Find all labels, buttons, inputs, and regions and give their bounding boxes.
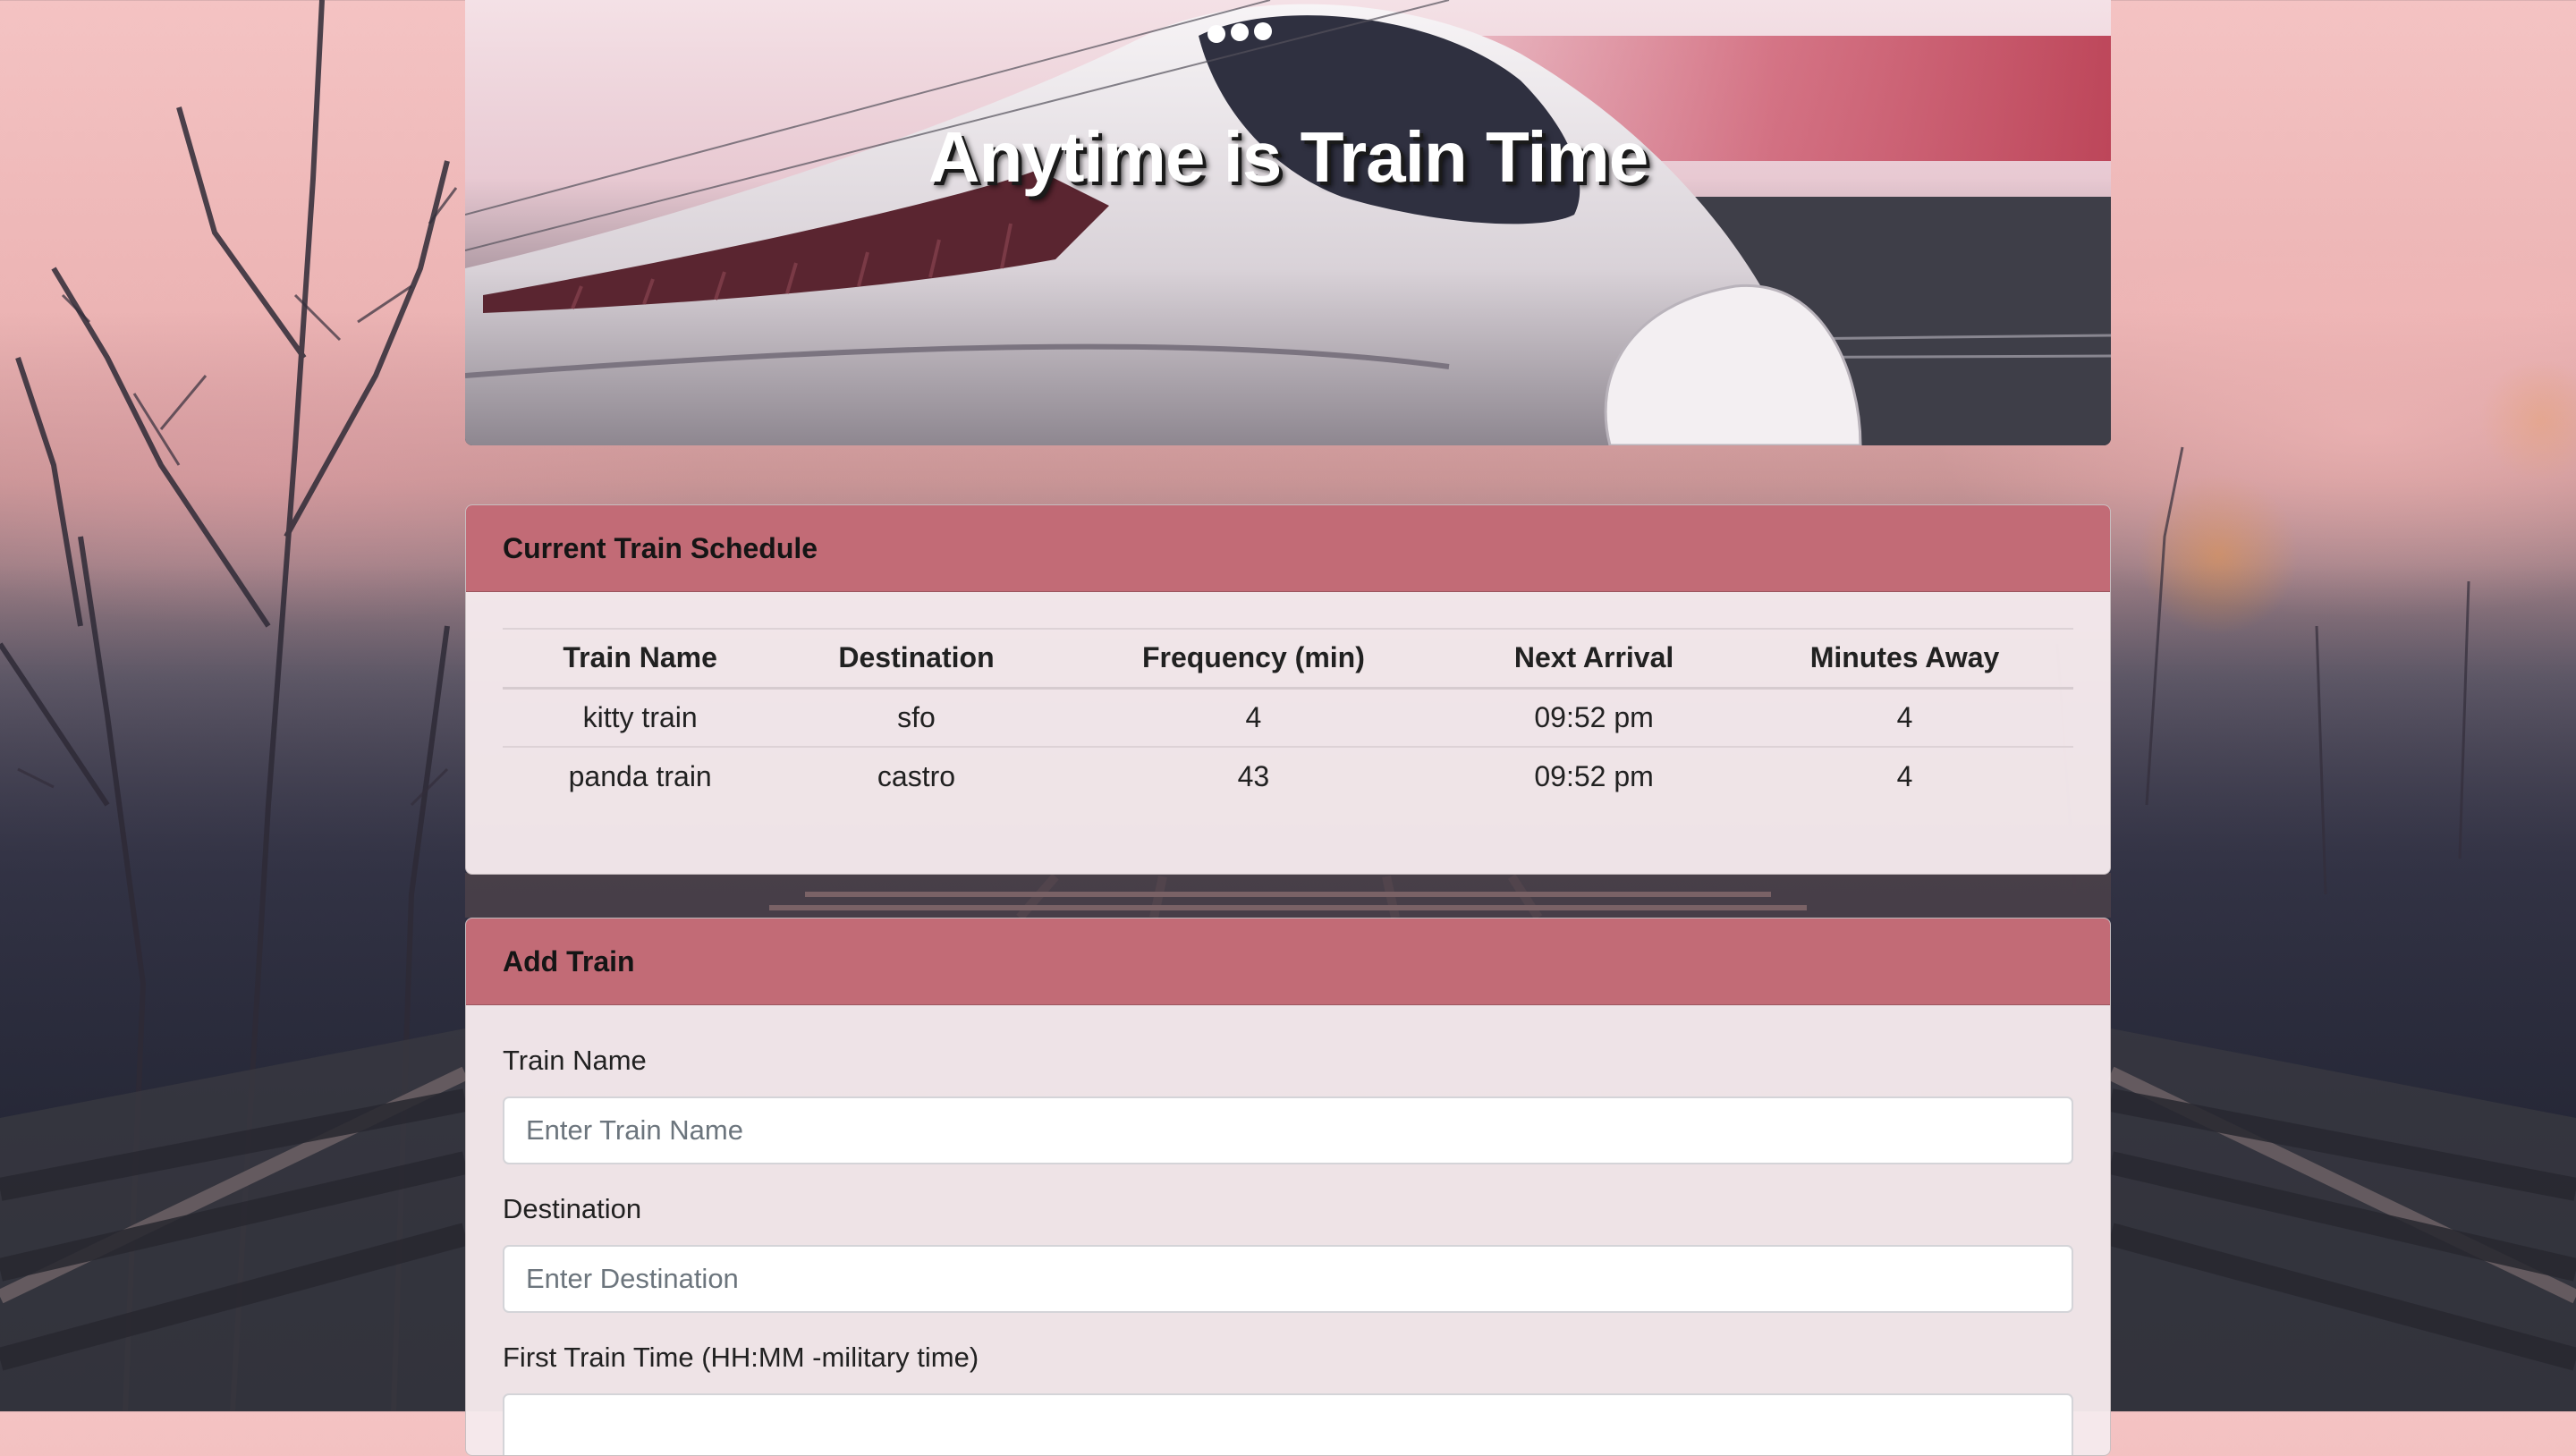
cell-destination: sfo bbox=[897, 700, 936, 733]
cell-frequency: 43 bbox=[1237, 760, 1270, 792]
form-group-first-train-time: First Train Time (HH:MM -military time) bbox=[503, 1342, 2073, 1455]
header-jumbotron: Anytime is Train Time bbox=[465, 0, 2111, 445]
destination-label: Destination bbox=[503, 1193, 642, 1224]
cell-next-arrival: 09:52 pm bbox=[1534, 700, 1654, 733]
page-title: Anytime is Train Time bbox=[928, 117, 1648, 197]
table-row: kitty train sfo 4 09:52 pm 4 bbox=[503, 688, 2073, 747]
cell-minutes-away: 4 bbox=[1896, 760, 1913, 792]
table-row: panda train castro 43 09:52 pm 4 bbox=[503, 747, 2073, 806]
train-name-label: Train Name bbox=[503, 1045, 647, 1076]
cell-train-name: panda train bbox=[568, 760, 712, 792]
first-train-time-input[interactable] bbox=[503, 1393, 2073, 1455]
schedule-card: Current Train Schedule Train Name Destin… bbox=[465, 504, 2111, 875]
add-train-form: Train Name Destination First Train Time … bbox=[466, 1005, 2110, 1455]
cell-minutes-away: 4 bbox=[1896, 700, 1913, 733]
cell-train-name: kitty train bbox=[582, 700, 698, 733]
add-train-card: Add Train Train Name Destination First T… bbox=[465, 918, 2111, 1456]
add-train-card-header: Add Train bbox=[466, 918, 2110, 1005]
column-header-train-name: Train Name bbox=[563, 641, 717, 674]
first-train-time-label: First Train Time (HH:MM -military time) bbox=[503, 1342, 979, 1373]
cell-next-arrival: 09:52 pm bbox=[1534, 760, 1654, 792]
cell-destination: castro bbox=[877, 760, 956, 792]
form-group-destination: Destination bbox=[503, 1193, 2073, 1313]
column-header-next-arrival: Next Arrival bbox=[1513, 641, 1674, 674]
destination-input[interactable] bbox=[503, 1245, 2073, 1313]
form-group-train-name: Train Name bbox=[503, 1045, 2073, 1164]
column-header-minutes-away: Minutes Away bbox=[1809, 641, 2000, 674]
column-header-destination: Destination bbox=[838, 641, 995, 674]
schedule-card-header: Current Train Schedule bbox=[466, 505, 2110, 592]
bullet-train-image bbox=[465, 0, 2111, 445]
schedule-header-row: Train Name Destination Frequency (min) N… bbox=[503, 629, 2073, 688]
schedule-table: Train Name Destination Frequency (min) N… bbox=[503, 628, 2073, 806]
train-name-input[interactable] bbox=[503, 1096, 2073, 1164]
cell-frequency: 4 bbox=[1245, 700, 1262, 733]
column-header-frequency: Frequency (min) bbox=[1141, 641, 1365, 674]
